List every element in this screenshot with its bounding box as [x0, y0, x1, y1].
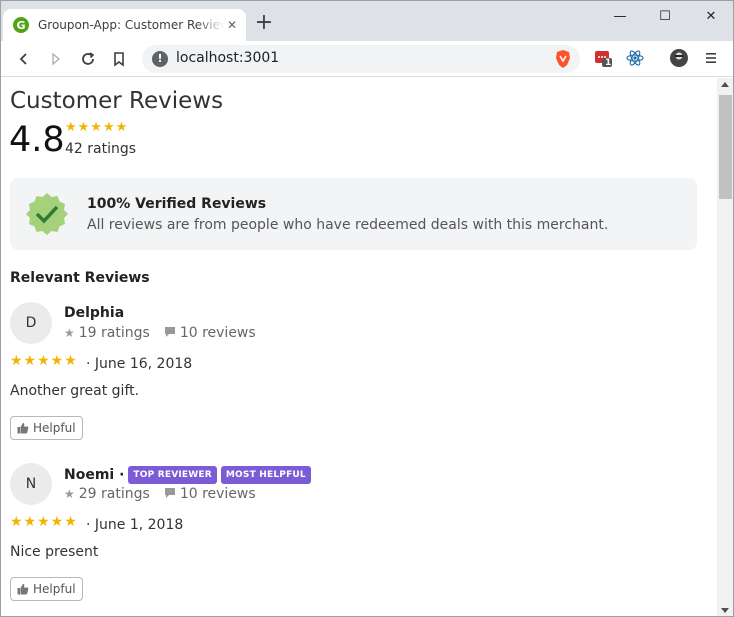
- browser-window: G Groupon-App: Customer Review C ✕ + — ☐…: [0, 0, 734, 617]
- thumbs-up-icon: [17, 583, 29, 595]
- reload-button[interactable]: [76, 47, 100, 71]
- review-text: Another great gift.: [10, 383, 140, 399]
- site-info-icon[interactable]: !: [152, 51, 168, 67]
- review-date: · June 1, 2018: [86, 517, 184, 533]
- review-stars-icon: ★★★★★: [10, 353, 78, 369]
- rating-count: 42 ratings: [65, 141, 137, 157]
- bookmark-button[interactable]: [107, 47, 131, 71]
- helpful-label: Helpful: [33, 421, 76, 435]
- forward-arrow-icon: [52, 52, 61, 66]
- profile-icon: [670, 49, 688, 67]
- scroll-up-icon[interactable]: [721, 82, 729, 87]
- bookmark-icon: [114, 52, 124, 67]
- page-content: Customer Reviews 4.8 ★★★★★ 42 ratings 10…: [1, 78, 717, 616]
- browser-menu-button[interactable]: [704, 49, 722, 67]
- extension-icon[interactable]: 1: [594, 49, 612, 68]
- profile-avatar[interactable]: [670, 49, 688, 67]
- page-title: Customer Reviews: [10, 88, 224, 114]
- verified-reviews-banner: 100% Verified Reviews All reviews are fr…: [10, 178, 697, 250]
- reviewer-name: Noemi · TOP REVIEWER MOST HELPFUL: [64, 466, 311, 484]
- comment-icon: [164, 487, 176, 502]
- reviewer-reviews: 10 reviews: [179, 325, 256, 341]
- reviewer-name-text: Delphia: [64, 305, 125, 321]
- hamburger-menu-icon: [706, 53, 716, 63]
- thumbs-up-icon: [17, 422, 29, 434]
- page-scrollbar[interactable]: [717, 78, 733, 616]
- top-reviewer-badge: TOP REVIEWER: [128, 466, 217, 484]
- forward-button[interactable]: [44, 47, 68, 71]
- relevant-reviews-heading: Relevant Reviews: [10, 270, 150, 286]
- verified-subtitle: All reviews are from people who have red…: [87, 217, 609, 233]
- reviewer-avatar: N: [10, 463, 52, 505]
- scroll-down-icon[interactable]: [721, 608, 729, 613]
- reviewer-name: Delphia: [64, 305, 124, 321]
- minimize-button[interactable]: —: [597, 1, 643, 31]
- review-stars-icon: ★★★★★: [10, 514, 78, 530]
- browser-toolbar: ! localhost:3001 1: [1, 41, 733, 77]
- summary-stars-icon: ★★★★★: [65, 120, 129, 135]
- react-devtools-icon[interactable]: [626, 49, 644, 67]
- reviewer-avatar: D: [10, 302, 52, 344]
- extension-badge: 1: [605, 58, 612, 68]
- close-window-button[interactable]: ✕: [688, 1, 733, 31]
- reviewer-stats: ★ 29 ratings 10 reviews: [64, 486, 256, 502]
- helpful-button[interactable]: Helpful: [10, 416, 83, 440]
- reviewer-reviews: 10 reviews: [179, 486, 256, 502]
- star-icon: ★: [64, 326, 75, 340]
- star-icon: ★: [64, 487, 75, 501]
- groupon-favicon-icon: G: [13, 17, 29, 33]
- helpful-button[interactable]: Helpful: [10, 577, 83, 601]
- review-text: Nice present: [10, 544, 99, 560]
- reviewer-stats: ★ 19 ratings 10 reviews: [64, 325, 256, 341]
- reviewer-ratings: 19 ratings: [78, 325, 150, 341]
- reviewer-name-text: Noemi ·: [64, 467, 125, 483]
- most-helpful-badge: MOST HELPFUL: [220, 466, 311, 484]
- tab-strip: G Groupon-App: Customer Review C ✕ + — ☐…: [1, 1, 733, 41]
- back-button[interactable]: [12, 47, 36, 71]
- new-tab-button[interactable]: +: [254, 12, 274, 34]
- review-date: · June 16, 2018: [86, 356, 193, 372]
- back-arrow-icon: [19, 53, 27, 65]
- verified-title: 100% Verified Reviews: [87, 196, 267, 212]
- average-rating: 4.8: [9, 120, 65, 160]
- address-bar[interactable]: ! localhost:3001: [142, 45, 580, 73]
- verified-check-badge-icon: [26, 193, 68, 235]
- review-item: D Delphia ★ 19 ratings 10 reviews ★★★★★ …: [10, 302, 700, 452]
- tab-close-icon[interactable]: ✕: [224, 17, 240, 33]
- reload-icon: [82, 52, 95, 65]
- review-item: N Noemi · TOP REVIEWER MOST HELPFUL ★ 29…: [10, 463, 700, 613]
- scrollbar-thumb[interactable]: [719, 95, 732, 199]
- url-field[interactable]: localhost:3001: [176, 50, 536, 66]
- comment-icon: [164, 326, 176, 341]
- helpful-label: Helpful: [33, 582, 76, 596]
- brave-shield-icon[interactable]: [554, 49, 572, 69]
- tab-title: Groupon-App: Customer Review C: [38, 18, 224, 32]
- browser-tab[interactable]: G Groupon-App: Customer Review C ✕: [3, 9, 246, 41]
- maximize-button[interactable]: ☐: [642, 1, 688, 31]
- reviewer-ratings: 29 ratings: [78, 486, 150, 502]
- react-icon: [626, 50, 644, 66]
